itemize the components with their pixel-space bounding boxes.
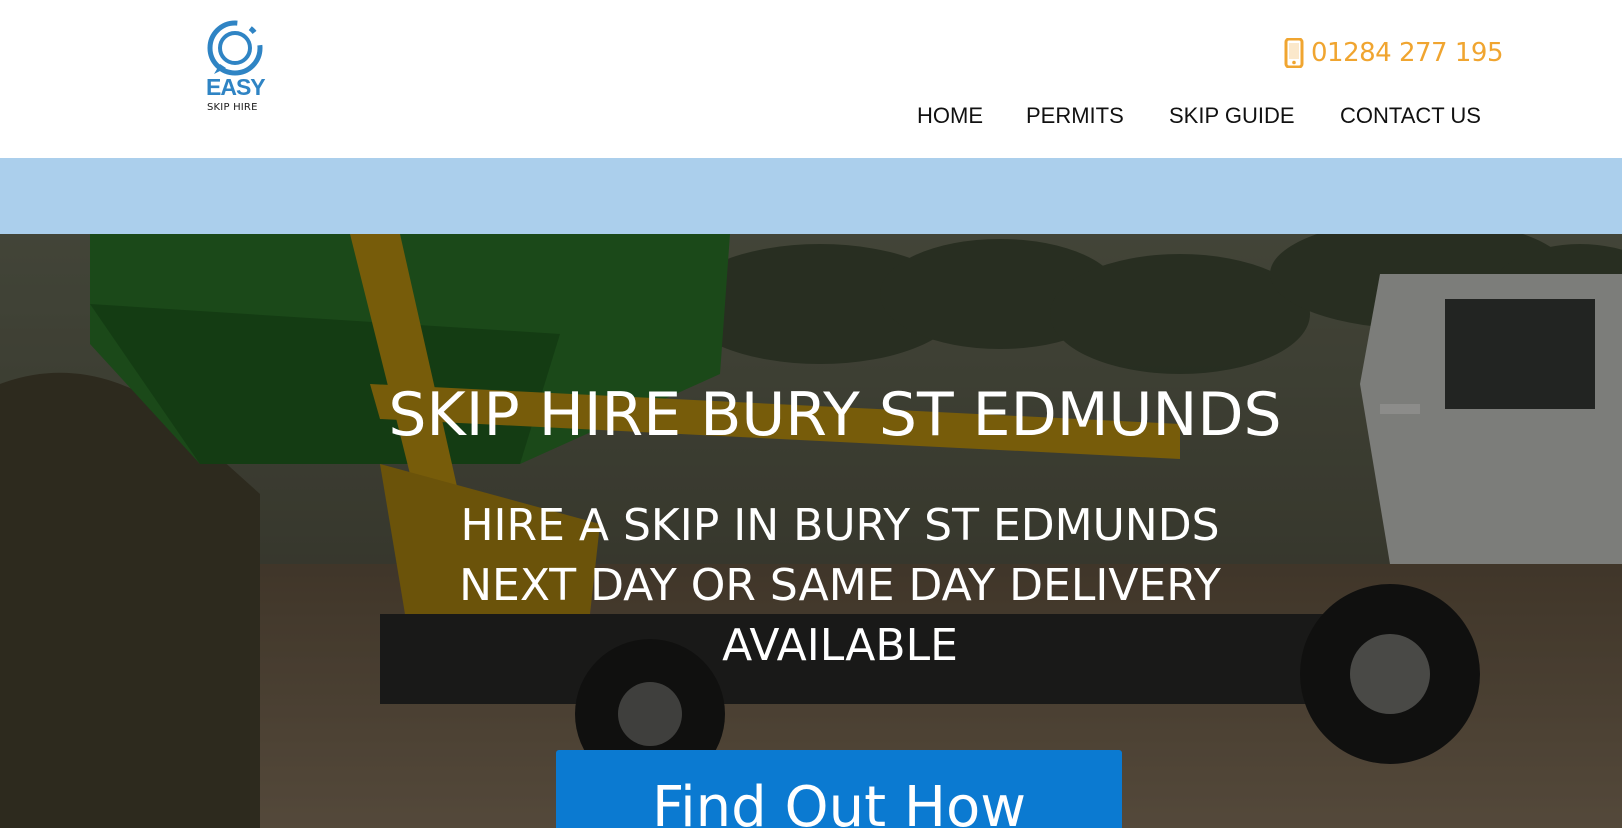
- find-out-how-button[interactable]: Find Out How: [556, 750, 1122, 828]
- phone-number: 01284 277 195: [1311, 38, 1504, 68]
- find-out-how-label: Find Out How: [651, 775, 1027, 828]
- nav-item-skip-guide[interactable]: SKIP GUIDE: [1169, 100, 1295, 132]
- nav-item-contact-us[interactable]: CONTACT US: [1340, 100, 1481, 132]
- hero-subtitle-line: HIRE A SKIP IN BURY ST EDMUNDS: [460, 500, 1220, 551]
- site-header: EASY SKIP HIRE 01284 277 195 HOME PERMIT…: [0, 0, 1622, 158]
- nav-item-home[interactable]: HOME: [917, 100, 983, 132]
- hero-title: SKIP HIRE BURY ST EDMUNDS: [388, 380, 1282, 450]
- mobile-phone-icon: [1284, 38, 1304, 68]
- page: EASY SKIP HIRE 01284 277 195 HOME PERMIT…: [0, 0, 1622, 828]
- hero-subtitle-line: AVAILABLE: [722, 620, 958, 671]
- site-logo[interactable]: EASY SKIP HIRE: [204, 20, 274, 116]
- phone-link[interactable]: 01284 277 195: [1284, 33, 1504, 73]
- logo-ring-icon: [207, 20, 263, 76]
- hero-section: SKIP HIRE BURY ST EDMUNDS HIRE A SKIP IN…: [0, 234, 1622, 828]
- logo-wordmark: EASY: [206, 74, 266, 100]
- logo-tagline: SKIP HIRE: [207, 102, 258, 113]
- hero-subtitle-line: NEXT DAY OR SAME DAY DELIVERY: [459, 560, 1221, 611]
- hero-subtitle: HIRE A SKIP IN BURY ST EDMUNDS NEXT DAY …: [380, 496, 1300, 676]
- nav-item-permits[interactable]: PERMITS: [1026, 100, 1124, 132]
- main-nav: HOME PERMITS SKIP GUIDE CONTACT US: [900, 100, 1500, 132]
- header-band: [0, 158, 1622, 234]
